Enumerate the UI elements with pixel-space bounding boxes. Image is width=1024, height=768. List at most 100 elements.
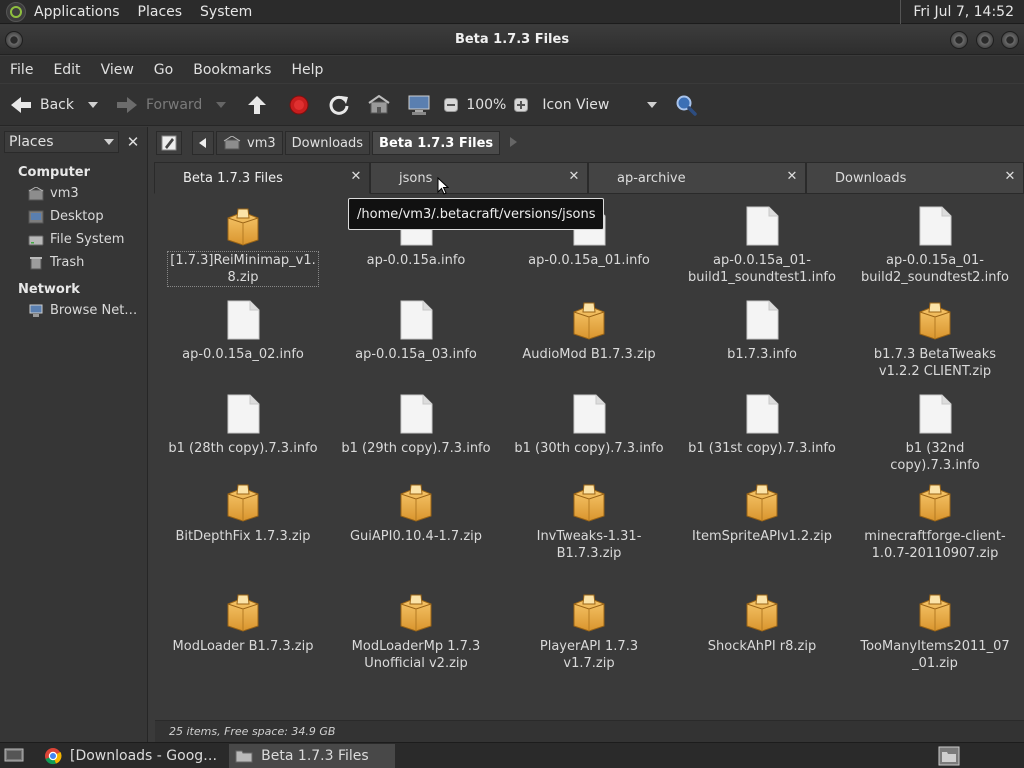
desktop-folder-icon xyxy=(28,210,44,223)
sidebar-item-trash[interactable]: Trash xyxy=(0,251,147,274)
breadcrumb-current[interactable]: Beta 1.7.3 Files xyxy=(372,131,501,155)
tab-beta-files[interactable]: Beta 1.7.3 Files ✕ xyxy=(154,162,370,194)
menu-bookmarks[interactable]: Bookmarks xyxy=(183,62,281,78)
workspace-switcher[interactable] xyxy=(938,744,960,768)
close-tab-icon[interactable]: ✕ xyxy=(785,170,799,184)
show-desktop-button[interactable] xyxy=(0,744,28,768)
file-item-zip[interactable]: BitDepthFix 1.7.3.zip xyxy=(157,482,329,545)
sidebar-item-label: Trash xyxy=(50,255,85,270)
stop-icon[interactable] xyxy=(286,92,312,118)
back-label: Back xyxy=(40,96,74,113)
chrome-icon xyxy=(44,747,62,765)
up-icon[interactable] xyxy=(244,92,270,118)
breadcrumb-forward-arrow[interactable] xyxy=(510,136,518,151)
computer-icon[interactable] xyxy=(406,92,432,118)
archive-icon xyxy=(225,592,261,632)
reload-icon[interactable] xyxy=(326,92,352,118)
close-tab-icon[interactable]: ✕ xyxy=(349,170,363,184)
file-item-zip[interactable]: [1.7.3]ReiMinimap_v1.8.zip xyxy=(157,206,329,287)
document-icon xyxy=(399,300,433,340)
sidebar-section-network: Network xyxy=(18,282,80,297)
file-item-zip[interactable]: InvTweaks-1.31-B1.7.3.zip xyxy=(503,482,675,562)
file-name: b1 (31st copy).7.3.info xyxy=(688,441,836,456)
system-logo-icon[interactable] xyxy=(6,1,26,22)
close-sidebar-icon[interactable]: ✕ xyxy=(123,132,143,152)
tab-jsons[interactable]: jsons ✕ xyxy=(370,162,588,194)
sidebar-item-desktop[interactable]: Desktop xyxy=(0,205,147,228)
window-menu-button[interactable] xyxy=(5,31,23,49)
home-icon[interactable] xyxy=(366,92,392,118)
file-item-zip[interactable]: TooManyItems2011_07_01.zip xyxy=(849,592,1021,672)
sidebar-pane-selector[interactable]: Places xyxy=(4,131,119,153)
places-menu[interactable]: Places xyxy=(138,4,183,20)
sidebar-item-browse-network[interactable]: Browse Net… xyxy=(0,299,147,322)
taskbar-item-file-manager[interactable]: Beta 1.7.3 Files xyxy=(229,743,396,768)
file-item-info[interactable]: ap-0.0.15a_01-build2_soundtest2.info xyxy=(849,206,1021,286)
chevron-down-icon xyxy=(104,139,114,145)
back-history-dropdown[interactable] xyxy=(88,101,98,108)
file-item-info[interactable]: b1 (32nd copy).7.3.info xyxy=(849,394,1021,474)
file-item-zip[interactable]: GuiAPI0.10.4-1.7.zip xyxy=(330,482,502,545)
forward-history-dropdown[interactable] xyxy=(216,101,227,108)
breadcrumb-label: vm3 xyxy=(247,135,276,151)
file-item-info[interactable]: b1 (29th copy).7.3.info xyxy=(330,394,502,457)
location-bar: vm3 Downloads Beta 1.7.3 Files xyxy=(156,130,1024,156)
file-item-zip[interactable]: ItemSpriteAPIv1.2.zip xyxy=(676,482,848,545)
file-name: ap-0.0.15a.info xyxy=(366,253,466,268)
taskbar-item-label: [Downloads - Goog… xyxy=(70,747,218,764)
file-item-zip[interactable]: minecraftforge-client-1.0.7-20110907.zip xyxy=(849,482,1021,562)
file-item-zip[interactable]: AudioMod B1.7.3.zip xyxy=(503,300,675,363)
file-view[interactable]: [1.7.3]ReiMinimap_v1.8.zip ap-0.0.15a.inf… xyxy=(155,194,1024,720)
file-item-zip[interactable]: ModLoader B1.7.3.zip xyxy=(157,592,329,655)
file-item-zip[interactable]: ShockAhPI r8.zip xyxy=(676,592,848,655)
sidebar-item-file-system[interactable]: File System xyxy=(0,228,147,251)
file-item-zip[interactable]: ModLoaderMp 1.7.3 Unofficial v2.zip xyxy=(330,592,502,672)
sidebar-header: Places ✕ xyxy=(0,127,147,157)
menu-view[interactable]: View xyxy=(91,62,144,78)
document-icon xyxy=(572,394,606,434)
toolbar: Back Forward 100% Icon View xyxy=(0,84,1024,126)
menu-help[interactable]: Help xyxy=(281,62,333,78)
file-item-info[interactable]: b1 (31st copy).7.3.info xyxy=(676,394,848,457)
file-name: InvTweaks-1.31-B1.7.3.zip xyxy=(536,529,642,561)
system-menu[interactable]: System xyxy=(200,4,252,20)
file-item-info[interactable]: b1 (28th copy).7.3.info xyxy=(157,394,329,457)
tab-downloads[interactable]: Downloads ✕ xyxy=(806,162,1024,194)
file-item-zip[interactable]: PlayerAPI 1.7.3 v1.7.zip xyxy=(503,592,675,672)
zoom-out-icon[interactable] xyxy=(438,92,464,118)
file-item-info[interactable]: ap-0.0.15a_03.info xyxy=(330,300,502,363)
file-name: ModLoader B1.7.3.zip xyxy=(172,639,314,654)
file-item-info[interactable]: ap-0.0.15a_02.info xyxy=(157,300,329,363)
search-icon[interactable] xyxy=(673,92,699,118)
menu-edit[interactable]: Edit xyxy=(43,62,90,78)
taskbar-item-chrome[interactable]: [Downloads - Goog… xyxy=(38,744,223,768)
forward-button[interactable]: Forward xyxy=(114,92,202,118)
file-item-info[interactable]: b1 (30th copy).7.3.info xyxy=(503,394,675,457)
close-tab-icon[interactable]: ✕ xyxy=(1003,170,1017,184)
close-window-button[interactable] xyxy=(1001,31,1019,49)
sidebar-section-computer: Computer xyxy=(18,165,91,180)
tab-ap-archive[interactable]: ap-archive ✕ xyxy=(588,162,806,194)
minimize-button[interactable] xyxy=(950,31,968,49)
file-item-info[interactable]: b1.7.3.info xyxy=(676,300,848,363)
clock[interactable]: Fri Jul 7, 14:52 xyxy=(900,0,1024,24)
file-item-zip[interactable]: b1.7.3 BetaTweaks v1.2.2 CLIENT.zip xyxy=(849,300,1021,380)
document-icon xyxy=(918,394,952,434)
back-button[interactable]: Back xyxy=(8,92,74,118)
close-tab-icon[interactable]: ✕ xyxy=(567,170,581,184)
desktop-icon xyxy=(4,748,24,761)
breadcrumb-downloads[interactable]: Downloads xyxy=(284,131,371,155)
maximize-button[interactable] xyxy=(976,31,994,49)
toggle-location-entry-button[interactable] xyxy=(156,131,182,155)
archive-icon xyxy=(744,482,780,522)
file-item-info[interactable]: ap-0.0.15a_01-build1_soundtest1.info xyxy=(676,206,848,286)
menu-file[interactable]: File xyxy=(0,62,43,78)
zoom-in-icon[interactable] xyxy=(508,92,534,118)
breadcrumb-back-arrow[interactable] xyxy=(192,131,214,155)
window-titlebar[interactable]: Beta 1.7.3 Files xyxy=(0,25,1024,55)
breadcrumb-vm3[interactable]: vm3 xyxy=(216,131,283,155)
applications-menu[interactable]: Applications xyxy=(34,4,120,20)
sidebar-item-vm3[interactable]: vm3 xyxy=(0,182,147,205)
view-mode-select[interactable]: Icon View xyxy=(542,97,658,113)
menu-go[interactable]: Go xyxy=(144,62,183,78)
